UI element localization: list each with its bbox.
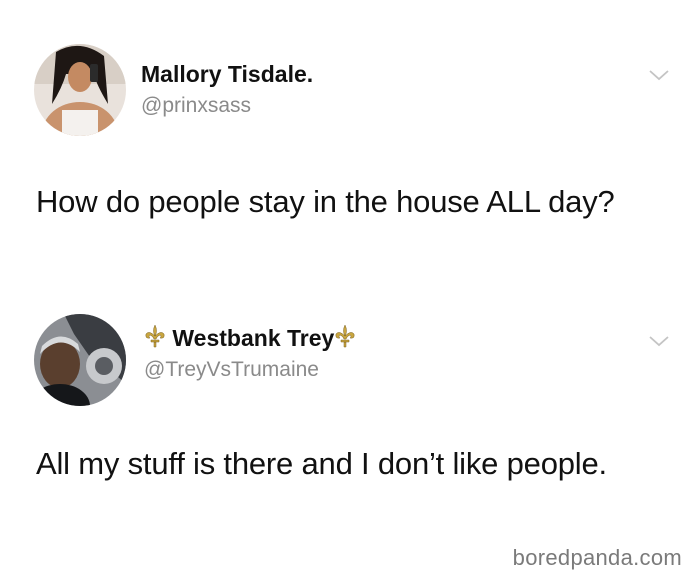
fleur-de-lis-icon	[145, 324, 165, 348]
display-name-label: Westbank Trey	[172, 325, 335, 351]
chevron-down-icon[interactable]	[648, 68, 670, 82]
fleur-de-lis-icon	[335, 324, 355, 348]
tweet-text: All my stuff is there and I don’t like p…	[36, 446, 607, 481]
tweet-card: Westbank Trey @TreyVsTrumaine All my stu…	[0, 300, 700, 550]
tweet-text: How do people stay in the house ALL day?	[36, 184, 615, 219]
watermark: boredpanda.com	[512, 545, 682, 570]
user-handle[interactable]: @prinxsass	[141, 94, 251, 118]
display-name[interactable]: Mallory Tisdale.	[141, 61, 313, 88]
chevron-down-icon[interactable]	[648, 334, 670, 348]
tweet-card: Mallory Tisdale. @prinxsass How do peopl…	[0, 0, 700, 300]
avatar[interactable]	[34, 44, 126, 136]
display-name[interactable]: Westbank Trey	[144, 324, 356, 352]
user-handle[interactable]: @TreyVsTrumaine	[144, 358, 319, 382]
avatar[interactable]	[34, 314, 126, 406]
